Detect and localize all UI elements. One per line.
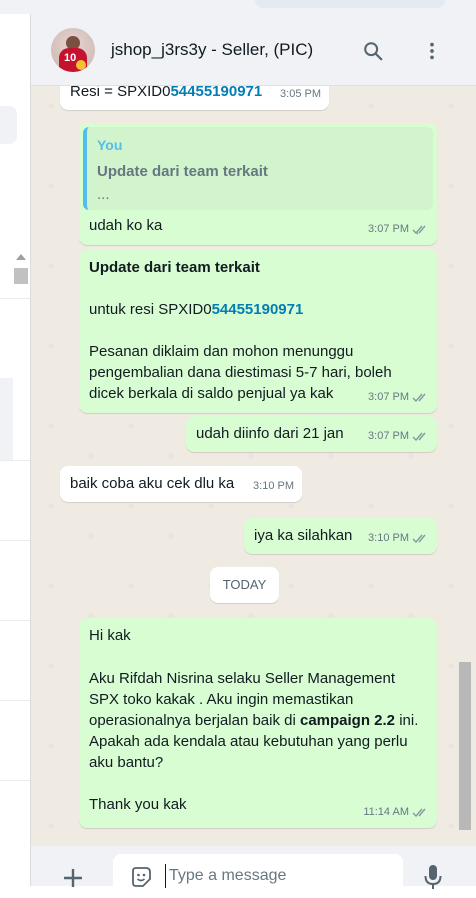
read-receipt-icon bbox=[412, 225, 426, 235]
message-time: 3:10 PM bbox=[368, 532, 409, 544]
message-greeting: Hi kak bbox=[89, 627, 131, 644]
read-receipt-icon bbox=[412, 432, 426, 442]
left-scrollbar[interactable] bbox=[14, 254, 28, 284]
date-divider: TODAY bbox=[210, 567, 279, 603]
divider bbox=[0, 540, 30, 541]
message-text: udah diinfo dari 21 jan bbox=[196, 425, 344, 442]
message-time: 3:10 PM bbox=[253, 480, 294, 492]
composer bbox=[31, 846, 476, 898]
resi-prefix: Resi = SPXID0 bbox=[70, 86, 171, 100]
divider bbox=[0, 460, 30, 461]
quoted-message[interactable]: You Update dari team terkait ... bbox=[83, 127, 433, 210]
chat-list-item[interactable] bbox=[0, 378, 13, 460]
avatar[interactable]: 10 bbox=[51, 28, 95, 72]
message-time: 3:07 PM bbox=[368, 430, 409, 442]
message-meta: 3:07 PM bbox=[368, 387, 429, 408]
chat-list-panel bbox=[0, 14, 31, 886]
read-receipt-icon bbox=[412, 534, 426, 544]
message-list[interactable]: Resi = SPXID054455190971 3:05 PM You Upd… bbox=[31, 86, 476, 846]
chat-pane: 10 jshop_j3rs3y - Seller, (PIC) Resi = S… bbox=[31, 14, 476, 898]
message-input-box[interactable] bbox=[113, 854, 403, 898]
message-time: 3:07 PM bbox=[368, 391, 409, 403]
message-content: Update dari team terkait untuk resi SPXI… bbox=[89, 257, 424, 404]
message-time: 3:07 PM bbox=[368, 223, 409, 235]
more-vertical-icon[interactable] bbox=[421, 40, 443, 62]
message-incoming[interactable]: baik coba aku cek dlu ka 3:10 PM bbox=[60, 466, 302, 502]
left-scroll-thumb[interactable] bbox=[14, 268, 28, 284]
resi-link[interactable]: 54455190971 bbox=[170, 86, 262, 100]
campaign-name: campaign 2.2 bbox=[299, 712, 396, 729]
avatar-number: 10 bbox=[64, 52, 77, 64]
message-outgoing[interactable]: Hi kak Aku Rifdah Nisrina selaku Seller … bbox=[79, 618, 437, 828]
message-meta: 3:05 PM bbox=[280, 86, 321, 105]
search-icon[interactable] bbox=[362, 40, 384, 62]
mic-icon[interactable] bbox=[423, 864, 443, 890]
message-text: Resi = SPXID054455190971 bbox=[70, 86, 262, 102]
divider bbox=[0, 700, 30, 701]
message-time: 11:14 AM bbox=[363, 806, 409, 818]
quote-title: Update dari team terkait bbox=[97, 163, 268, 180]
chat-title[interactable]: jshop_j3rs3y - Seller, (PIC) bbox=[111, 40, 313, 60]
message-outgoing[interactable]: Update dari team terkait untuk resi SPXI… bbox=[79, 249, 437, 413]
resi-line: untuk resi SPXID054455190971 bbox=[89, 299, 424, 320]
chat-list-highlight[interactable] bbox=[0, 106, 17, 144]
plus-icon[interactable] bbox=[61, 866, 85, 890]
divider bbox=[0, 620, 30, 621]
message-outgoing[interactable]: udah diinfo dari 21 jan 3:07 PM bbox=[186, 416, 437, 452]
message-text: iya ka silahkan bbox=[254, 527, 353, 544]
message-outgoing-reply[interactable]: You Update dari team terkait ... udah ko… bbox=[79, 123, 437, 245]
message-meta: 3:07 PM bbox=[368, 219, 429, 240]
message-outgoing[interactable]: iya ka silahkan 3:10 PM bbox=[244, 518, 437, 554]
message-meta: 3:07 PM bbox=[368, 426, 429, 447]
divider bbox=[0, 298, 30, 299]
read-receipt-icon bbox=[412, 393, 426, 403]
message-content: Hi kak Aku Rifdah Nisrina selaku Seller … bbox=[89, 625, 424, 815]
message-title: Update dari team terkait bbox=[89, 259, 260, 276]
message-meta: 11:14 AM bbox=[363, 802, 429, 823]
message-text: Aku Rifdah Nisrina selaku Seller Managem… bbox=[89, 668, 424, 773]
divider bbox=[0, 780, 30, 781]
browser-top-strip bbox=[0, 0, 476, 14]
message-text: udah ko ka bbox=[89, 217, 163, 234]
message-scrollbar[interactable] bbox=[459, 662, 471, 830]
message-time: 3:05 PM bbox=[280, 88, 321, 100]
read-receipt-icon bbox=[412, 808, 426, 818]
resi-link[interactable]: 54455190971 bbox=[212, 301, 304, 318]
avatar-ball bbox=[76, 60, 86, 70]
quote-ellipsis: ... bbox=[97, 186, 110, 203]
browser-pill bbox=[255, 0, 445, 8]
emoji-icon[interactable] bbox=[129, 865, 153, 889]
quote-author: You bbox=[97, 137, 123, 153]
chat-header: 10 jshop_j3rs3y - Seller, (PIC) bbox=[31, 14, 476, 86]
message-text: baik coba aku cek dlu ka bbox=[70, 475, 235, 492]
resi-prefix: untuk resi SPXID0 bbox=[89, 301, 212, 318]
message-incoming[interactable]: Resi = SPXID054455190971 3:05 PM bbox=[60, 86, 329, 110]
scroll-up-arrow-icon[interactable] bbox=[16, 254, 26, 260]
message-meta: 3:10 PM bbox=[368, 528, 429, 549]
message-meta: 3:10 PM bbox=[253, 476, 294, 497]
message-input[interactable] bbox=[165, 864, 385, 888]
